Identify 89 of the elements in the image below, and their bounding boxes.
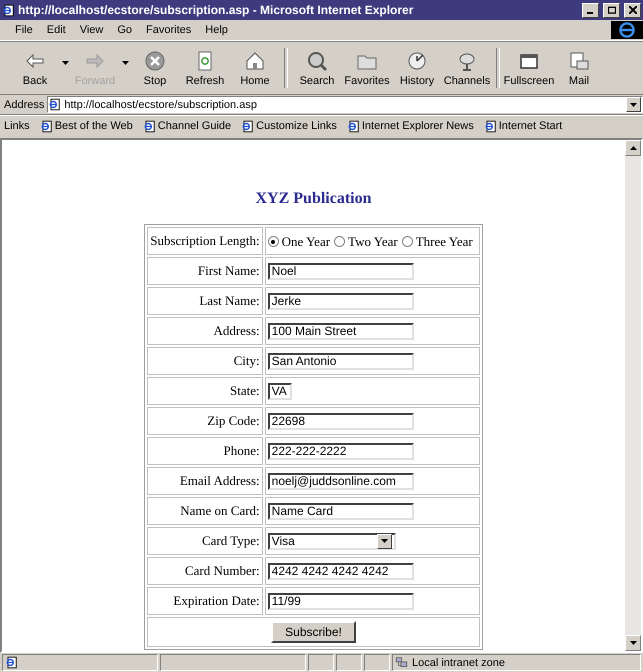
radio-label: One Year: [282, 234, 330, 250]
scroll-up-icon: [630, 146, 636, 150]
stop-icon: [144, 50, 166, 72]
menu-item[interactable]: Help: [198, 24, 235, 36]
field-label: First Name:: [198, 263, 260, 278]
link[interactable]: Customize Links: [256, 120, 337, 132]
address-field[interactable]: http://localhost/ecstore/subscription.asp: [47, 96, 643, 113]
mail-icon: [568, 50, 590, 72]
address-label: Address: [4, 98, 44, 110]
text-field[interactable]: Jerke: [268, 292, 414, 310]
page-icon: [241, 120, 254, 132]
text-field[interactable]: 11/99: [268, 592, 414, 610]
toolbar-button[interactable]: Refresh: [180, 50, 230, 86]
field-label: Email Address:: [180, 473, 260, 488]
menu-item[interactable]: Edit: [40, 24, 73, 36]
text-field[interactable]: 22698: [268, 412, 414, 430]
page-icon: [40, 120, 53, 132]
text-field[interactable]: Noel: [268, 262, 414, 280]
link[interactable]: Channel Guide: [158, 120, 232, 132]
link[interactable]: Internet Start: [498, 120, 562, 132]
field-label: Expiration Date:: [173, 593, 260, 608]
toolbar-button[interactable]: Back: [10, 50, 60, 86]
field-label: Phone:: [224, 443, 260, 458]
dropdown-button[interactable]: [376, 534, 392, 548]
menu-item[interactable]: Favorites: [139, 24, 198, 36]
link[interactable]: Best of the Web: [54, 120, 133, 132]
page-heading: XYZ Publication: [255, 190, 372, 208]
dropdown-field[interactable]: Visa: [268, 532, 396, 550]
field-label: Last Name:: [199, 293, 260, 308]
maximize-icon: [608, 6, 616, 14]
links-label: Links: [4, 120, 30, 132]
menu-item[interactable]: Go: [110, 24, 140, 36]
field-label: City:: [234, 353, 260, 368]
toolbar-button[interactable]: Fullscreen: [504, 50, 554, 86]
field-label: Name on Card:: [180, 503, 260, 518]
radio-button[interactable]: [402, 236, 413, 247]
dropdown-arrow-icon: [122, 61, 128, 65]
menu-item[interactable]: File: [8, 24, 40, 36]
text-field[interactable]: 100 Main Street: [268, 322, 414, 340]
maximize-button[interactable]: [603, 2, 620, 18]
radio-button[interactable]: [268, 236, 279, 247]
text-field[interactable]: 4242 4242 4242 4242: [268, 562, 414, 580]
field-label: Card Number:: [184, 563, 260, 578]
toolbar-button[interactable]: History: [392, 50, 442, 86]
text-field[interactable]: VA: [268, 382, 292, 400]
text-field[interactable]: Name Card: [268, 502, 414, 520]
close-icon: [628, 6, 636, 14]
menu-item[interactable]: View: [72, 24, 110, 36]
clock-icon: [406, 50, 428, 72]
dropdown-arrow-icon: [630, 102, 637, 106]
dropdown-button[interactable]: [60, 61, 70, 65]
scroll-down-icon: [630, 641, 636, 645]
subscribe-button[interactable]: Subscribe!: [271, 621, 356, 643]
toolbar-button[interactable]: Mail: [554, 50, 604, 86]
close-button[interactable]: [624, 2, 641, 18]
page-icon: [484, 120, 497, 132]
page-icon: [5, 656, 18, 669]
globe-icon: [618, 21, 636, 39]
minimize-button[interactable]: [582, 2, 599, 18]
page-icon: [2, 4, 15, 16]
dropdown-arrow-icon: [380, 539, 388, 543]
dropdown-arrow-icon: [62, 61, 68, 65]
radio-label: Two Year: [348, 234, 398, 250]
radio-label: Three Year: [416, 234, 473, 250]
text-field[interactable]: San Antonio: [268, 352, 414, 370]
toolbar-button[interactable]: Stop: [130, 50, 180, 86]
toolbar-button[interactable]: Channels: [442, 50, 492, 86]
field-label: Card Type:: [202, 533, 260, 548]
field-label: Zip Code:: [207, 413, 260, 428]
text-field[interactable]: 222-222-2222: [268, 442, 414, 460]
network-icon: [395, 656, 408, 669]
field-label: Subscription Length:: [150, 233, 260, 248]
radio-button[interactable]: [334, 236, 346, 247]
field-label: Address:: [213, 323, 260, 338]
page-icon: [48, 98, 62, 111]
dropdown-button[interactable]: [626, 97, 641, 112]
page-icon: [142, 120, 156, 132]
house-icon: [244, 50, 266, 72]
status-text: Local intranet zone: [412, 656, 505, 668]
toolbar-button[interactable]: Search: [292, 50, 342, 86]
toolbar-button[interactable]: Home: [230, 50, 280, 86]
page-icon: [346, 120, 360, 132]
search-icon: [306, 50, 328, 72]
field-label: State:: [230, 383, 260, 398]
text-field[interactable]: noelj@juddsonline.com: [268, 472, 414, 490]
window-title: http://localhost/ecstore/subscription.asp - Microsoft Internet Explorer: [18, 3, 414, 17]
link[interactable]: Internet Explorer News: [362, 120, 474, 132]
toolbar-button[interactable]: Favorites: [342, 50, 392, 86]
scrollbar[interactable]: [625, 140, 641, 651]
